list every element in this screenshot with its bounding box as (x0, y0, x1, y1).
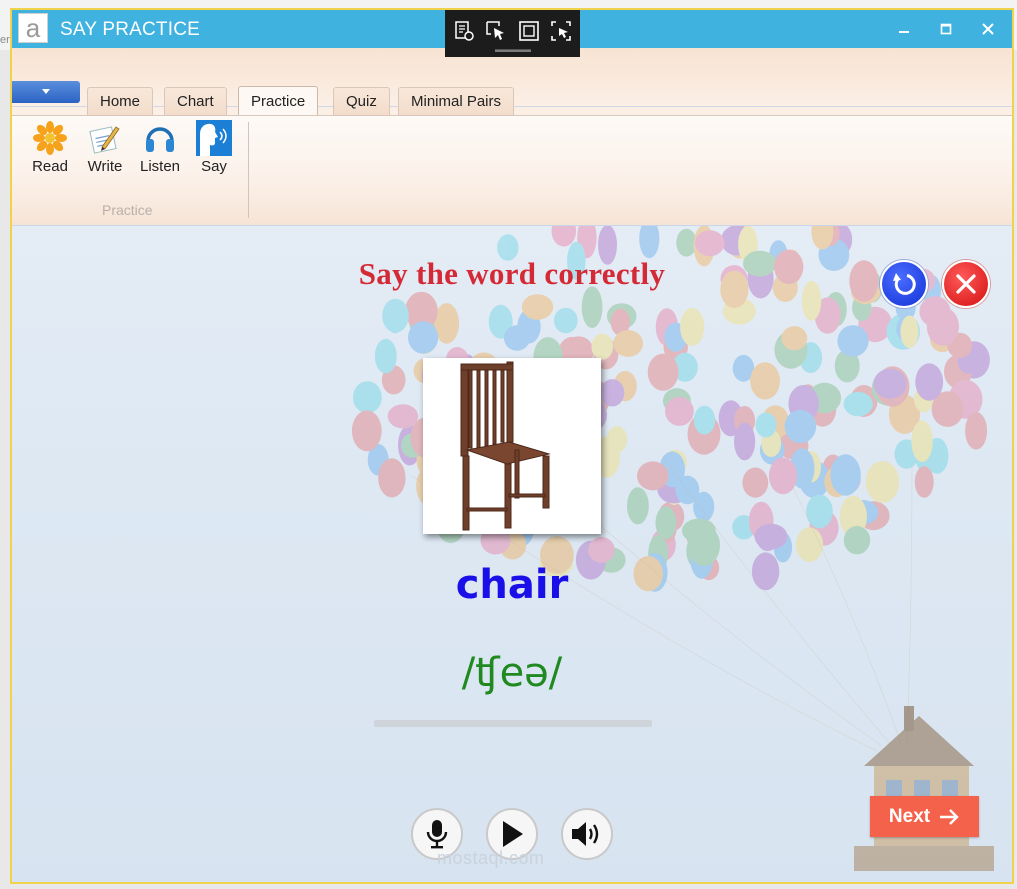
maximize-icon (940, 23, 952, 35)
app-window: a SAY PRACTICE Home Chart Practice Quiz … (10, 8, 1014, 884)
arrow-right-icon (940, 808, 959, 825)
speaker-icon (572, 822, 599, 846)
window-title: SAY PRACTICE (60, 19, 201, 40)
ribbon-group-label: Practice (102, 202, 153, 218)
headphones-icon (142, 120, 178, 156)
background-ghost-text: er (0, 34, 10, 46)
say-button[interactable]: Say (188, 120, 240, 175)
practice-area: Say the word correctly chair /ʧeə/ Next … (12, 226, 1012, 882)
write-label: Write (87, 158, 123, 175)
app-icon: a (18, 13, 48, 43)
screen-select-icon[interactable] (550, 20, 572, 42)
microphone-icon (426, 820, 448, 849)
close-icon (982, 23, 994, 35)
ribbon-panel: Read Write Listen Say Practice (12, 115, 1012, 226)
refresh-icon (893, 273, 916, 295)
ribbon-group-separator (248, 122, 249, 218)
select-pointer-icon[interactable] (485, 20, 507, 42)
write-button[interactable]: Write (79, 120, 131, 175)
tab-label: Home (100, 93, 141, 110)
ribbon: Home Chart Practice Quiz Minimal Pairs R… (12, 48, 1012, 226)
toolbar-drag-handle[interactable] (495, 49, 531, 52)
next-button[interactable]: Next (870, 796, 979, 837)
listen-label: Listen (139, 158, 181, 175)
target-word: chair (455, 562, 569, 608)
next-label: Next (888, 805, 931, 827)
read-label: Read (32, 158, 68, 175)
flying-house-image (854, 706, 994, 871)
chair-image (460, 361, 551, 531)
fullscreen-icon[interactable] (518, 20, 540, 42)
watermark: mostaql.com (437, 848, 545, 868)
read-button[interactable]: Read (24, 120, 76, 175)
play-icon (503, 821, 523, 847)
recording-progress-bar (374, 720, 652, 727)
inspect-settings-icon[interactable] (453, 20, 475, 42)
minimize-button[interactable] (890, 16, 918, 42)
close-icon (956, 274, 976, 294)
practice-instruction: Say the word correctly (358, 256, 666, 291)
tab-quiz[interactable]: Quiz (333, 87, 390, 115)
tab-minimal-pairs[interactable]: Minimal Pairs (398, 87, 515, 115)
word-image (423, 358, 601, 534)
window-close-button[interactable] (974, 16, 1002, 42)
tab-home[interactable]: Home (87, 87, 154, 115)
listen-button[interactable]: Listen (134, 120, 186, 175)
tab-label: Minimal Pairs (411, 93, 502, 110)
refresh-button[interactable] (880, 260, 928, 308)
phonetic-transcription: /ʧeə/ (461, 650, 563, 696)
maximize-button[interactable] (932, 16, 960, 42)
application-menu-button[interactable] (12, 81, 80, 103)
tab-label: Practice (251, 93, 306, 110)
tab-practice[interactable]: Practice (238, 86, 319, 116)
write-pencil-icon (87, 120, 123, 156)
tab-label: Chart (177, 93, 214, 110)
chevron-down-icon (42, 89, 50, 94)
tab-label: Quiz (346, 93, 377, 110)
minimize-icon (899, 31, 909, 33)
read-flower-icon (32, 120, 68, 156)
speaker-button[interactable] (561, 808, 613, 860)
tab-chart[interactable]: Chart (164, 87, 227, 115)
floating-toolbar (445, 10, 580, 57)
close-practice-button[interactable] (942, 260, 990, 308)
speaking-face-icon (196, 120, 232, 156)
say-label: Say (201, 158, 227, 175)
